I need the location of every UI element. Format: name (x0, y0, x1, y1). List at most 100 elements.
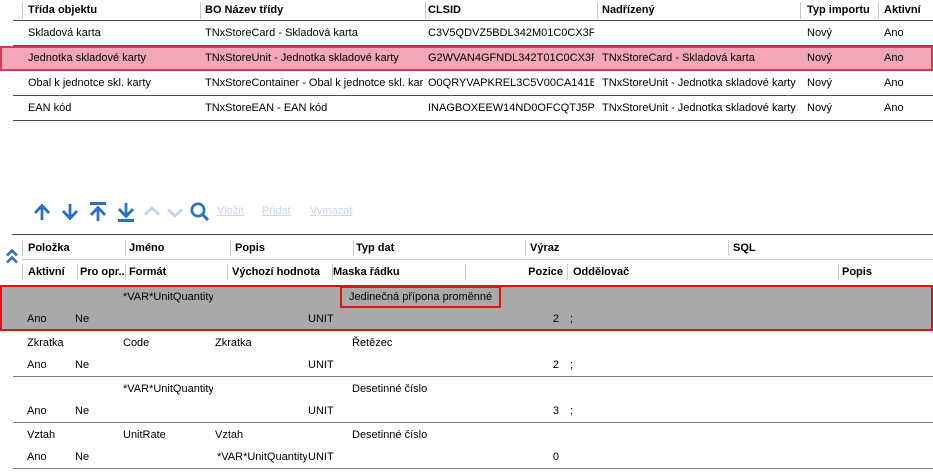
cell-typ: Nový (807, 71, 875, 96)
cell-oddelovac: ; (570, 308, 630, 330)
move-to-bottom-icon[interactable] (114, 200, 138, 224)
cell-bo: TNxStoreContainer - Obal k jednotce skl.… (205, 71, 423, 96)
cell-pro-opravneni: Ne (75, 354, 120, 376)
cell-pro-opravneni: Ne (75, 308, 120, 330)
cell-pozice: 0 (465, 446, 559, 468)
col-header-vychozi-hodnota[interactable]: Výchozí hodnota (232, 260, 328, 284)
col-header-jmeno[interactable]: Jméno (129, 236, 225, 260)
cell-jmeno: UnitRate (123, 424, 213, 446)
cell-aktivni: Ano (884, 71, 929, 96)
cell-oddelovac: ; (570, 354, 630, 376)
grid-record[interactable]: Vztah UnitRate Vztah Desetinné číslo Ano… (0, 423, 933, 469)
cell-jmeno: *VAR*UnitQuantity (123, 378, 213, 400)
cell-nadrizeny: TNxStoreUnit - Jednotka skladové karty (602, 96, 800, 121)
cell-aktivni: Ano (884, 46, 929, 71)
col-header-aktivni[interactable]: Aktivní (28, 260, 73, 284)
col-header-format[interactable]: Formát (129, 260, 223, 284)
cell-maska-radku: UNIT (308, 354, 438, 376)
col-header-clsid[interactable]: CLSID (428, 0, 594, 21)
col-header-trida-objektu[interactable]: Třída objektu (28, 0, 196, 21)
col-header-pozice[interactable]: Pozice (470, 260, 563, 284)
add-link[interactable]: Přidat (262, 204, 291, 218)
cell-maska-radku: UNIT (308, 400, 438, 422)
grid-record[interactable]: Zkratka Code Zkratka Řetězec Ano Ne UNIT… (0, 331, 933, 377)
cell-pozice: 2 (465, 308, 559, 330)
cell-popis: Vztah (215, 424, 340, 446)
cell-maska-radku: UNIT (308, 308, 438, 330)
expand-down-icon[interactable] (165, 200, 185, 224)
cell-aktivni: Ano (27, 446, 72, 468)
cell-pozice: 2 (465, 354, 559, 376)
col-header-popis[interactable]: Popis (235, 236, 347, 260)
cell-bo: TNxStoreEAN - EAN kód (205, 96, 423, 121)
cell-clsid: C3V5QDVZ5BDL342M01C0CX3FCC (428, 21, 594, 46)
cell-trida: Obal k jednotce skl. karty (28, 71, 196, 96)
cell-trida: EAN kód (28, 96, 196, 121)
col-header-popis2[interactable]: Popis (842, 260, 927, 284)
cell-trida: Jednotka skladové karty (28, 46, 196, 71)
col-header-typ-dat[interactable]: Typ dat (356, 236, 516, 260)
cell-typ: Nový (807, 96, 875, 121)
cell-popis: Zkratka (215, 332, 340, 354)
object-classes-header: Třída objektu BO Název třídy CLSID Nadří… (0, 0, 933, 21)
items-grid: Položka Jméno Popis Typ dat Výraz SQL Ak… (0, 233, 933, 473)
cell-aktivni: Ano (884, 96, 929, 121)
cell-jmeno: *VAR*UnitQuantity (123, 286, 213, 308)
col-header-bo-nazev-tridy[interactable]: BO Název třídy (205, 0, 423, 21)
annotation-highlight: Jedinečná přípona proměnné (340, 286, 501, 308)
col-header-nadrizeny[interactable]: Nadřízený (602, 0, 800, 21)
table-row[interactable]: Obal k jednotce skl. karty TNxStoreConta… (0, 71, 933, 96)
cell-typ-dat: Desetinné číslo (352, 378, 522, 400)
insert-link[interactable]: Vložit (217, 204, 244, 218)
col-header-polozka[interactable]: Položka (28, 236, 120, 260)
cell-bo: TNxStoreCard - Skladová karta (205, 21, 423, 46)
cell-pozice: 3 (465, 400, 559, 422)
table-row[interactable]: EAN kód TNxStoreEAN - EAN kód INAGBOXEEW… (0, 96, 933, 121)
col-header-oddelovac[interactable]: Oddělovač (573, 260, 733, 284)
cell-jmeno: Code (123, 332, 213, 354)
col-header-maska-radku[interactable]: Maska řádku (333, 260, 461, 284)
search-icon[interactable] (188, 200, 212, 224)
cell-trida: Skladová karta (28, 21, 196, 46)
table-row[interactable]: Skladová karta TNxStoreCard - Skladová k… (0, 21, 933, 46)
col-header-vyraz[interactable]: Výraz (530, 236, 720, 260)
col-header-typ-importu[interactable]: Typ importu (807, 0, 875, 21)
cell-clsid: INAGBOXEEW14ND0OFCQTJ5PH20 (428, 96, 594, 121)
col-header-aktivni[interactable]: Aktivní (884, 0, 929, 21)
grid-toolbar: Vložit Přidat Vymazat (0, 196, 933, 230)
move-down-icon[interactable] (58, 200, 82, 224)
cell-aktivni: Ano (27, 308, 72, 330)
cell-polozka: Zkratka (27, 332, 119, 354)
cell-typ-dat: Řetězec (352, 332, 522, 354)
import-definition-window: Třída objektu BO Název třídy CLSID Nadří… (0, 0, 933, 473)
col-header-pro-opravneni[interactable]: Pro opr... (80, 260, 124, 284)
grid-record[interactable]: *VAR*UnitQuantity Desetinné číslo Ano Ne… (0, 377, 933, 423)
object-classes-table: Třída objektu BO Název třídy CLSID Nadří… (0, 0, 933, 122)
cell-maska-radku: UNIT (308, 446, 438, 468)
cell-clsid: G2WVAN4GFNDL342T01C0CX3FCC (428, 46, 594, 71)
cell-polozka: Vztah (27, 424, 119, 446)
cell-aktivni: Ano (27, 400, 72, 422)
cell-bo: TNxStoreUnit - Jednotka skladové karty (205, 46, 423, 71)
cell-aktivni: Ano (884, 21, 929, 46)
move-up-icon[interactable] (30, 200, 54, 224)
col-header-sql[interactable]: SQL (733, 236, 923, 260)
cell-pro-opravneni: Ne (75, 446, 120, 468)
delete-link[interactable]: Vymazat (310, 204, 352, 218)
cell-typ: Nový (807, 21, 875, 46)
cell-nadrizeny: TNxStoreUnit - Jednotka skladové karty (602, 71, 800, 96)
cell-pro-opravneni: Ne (75, 400, 120, 422)
cell-nadrizeny: TNxStoreCard - Skladová karta (602, 46, 800, 71)
grid-header-row2: Aktivní Pro opr... Formát Výchozí hodnot… (0, 260, 933, 284)
grid-header-row1: Položka Jméno Popis Typ dat Výraz SQL (0, 236, 933, 260)
cell-typ: Nový (807, 46, 875, 71)
cell-typ-dat: Desetinné číslo (352, 424, 522, 446)
cell-oddelovac: ; (570, 400, 630, 422)
table-row-selected[interactable]: Jednotka skladové karty TNxStoreUnit - J… (0, 46, 933, 71)
cell-clsid: O0QRYVAPKREL3C5V00CA141B44 (428, 71, 594, 96)
cell-aktivni: Ano (27, 354, 72, 376)
collapse-up-icon[interactable] (142, 200, 162, 224)
grid-record-selected[interactable]: *VAR*UnitQuantity Jedinečná přípona prom… (0, 285, 933, 331)
move-to-top-icon[interactable] (86, 200, 110, 224)
cell-vychozi-hodnota: *VAR*UnitQuantity (217, 446, 307, 468)
